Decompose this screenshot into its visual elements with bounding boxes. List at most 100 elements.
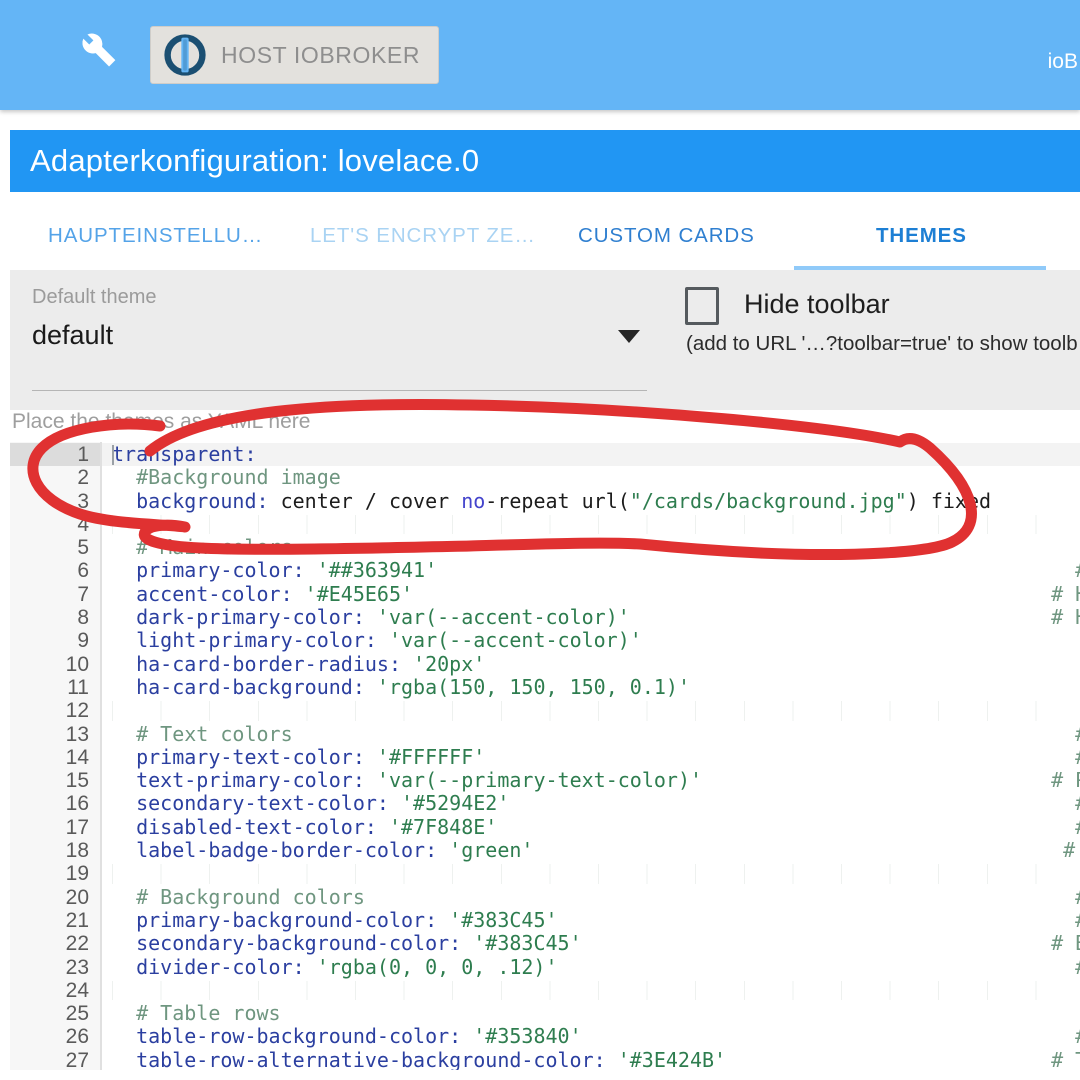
editor-line-number: 25 xyxy=(65,1002,89,1026)
code-token: 'green' xyxy=(437,838,534,863)
editor-line-number: 20 xyxy=(65,885,89,909)
code-token: -repeat xyxy=(485,488,582,513)
code-token: "/cards/background.jpg" xyxy=(629,488,907,513)
code-trailing-comment: # xyxy=(1027,1025,1080,1049)
code-token: center / cover xyxy=(268,488,462,513)
editor-line-numbers: 1 2 3 4 5 6 7 8 9 10 11 12 13 14 15 16 17 18 19 20 21 22 23 24 2… xyxy=(10,442,102,1070)
editor-code-line[interactable]: text-primary-color: 'var(--primary-text-… xyxy=(102,768,1080,793)
editor-code-line[interactable]: ha-card-background: 'rgba(150, 150, 150,… xyxy=(102,675,1080,699)
editor-line-number: 17 xyxy=(65,815,89,839)
top-app-bar: HOST IOBROKER ioB xyxy=(0,0,1080,110)
editor-code-line[interactable]: ha-card-border-radius: '20px' xyxy=(102,651,1080,676)
editor-line-number: 9 xyxy=(77,629,89,653)
host-selector-chip[interactable]: HOST IOBROKER xyxy=(150,26,440,84)
editor-code-line[interactable]: table-row-alternative-background-color: … xyxy=(102,1047,1080,1070)
editor-code-line[interactable]: table-row-background-color: '#353840' # xyxy=(102,1025,1080,1049)
editor-code-line[interactable]: primary-text-color: '#FFFFFF' # xyxy=(102,744,1080,769)
code-token: 'var(--primary-text-color)' xyxy=(364,768,703,793)
editor-code-line[interactable]: disabled-text-color: '#7F848E' # xyxy=(102,814,1080,839)
code-token: # Main colors xyxy=(112,535,293,560)
code-token: '#3E424B' xyxy=(605,1047,727,1070)
editor-code-line[interactable]: primary-background-color: '#383C45' # xyxy=(102,907,1080,932)
editor-code-line[interactable]: # Text colors # xyxy=(102,722,1080,746)
tab-lets-encrypt[interactable]: LET'S ENCRYPT ZE… xyxy=(310,224,536,248)
page-title: Adapterkonfiguration: lovelace.0 xyxy=(30,143,480,178)
text-caret xyxy=(112,445,114,465)
code-token: 'var(--accent-color)' xyxy=(364,605,630,630)
code-token: primary-background-color: xyxy=(112,907,438,932)
code-trailing-comment: # Pr xyxy=(1051,768,1080,793)
editor-line-number: 3 xyxy=(77,489,89,513)
code-trailing-comment: # H xyxy=(1051,605,1080,630)
theme-select-label: Default theme xyxy=(32,286,157,308)
code-token: # Table rows xyxy=(112,1001,281,1026)
editor-code-line[interactable]: background: center / cover no-repeat url… xyxy=(102,488,1080,513)
theme-settings-row: Default theme default Hide toolbar (add … xyxy=(10,270,1080,410)
code-token: background: xyxy=(112,488,269,513)
editor-code-line[interactable]: transparent: xyxy=(102,442,1080,467)
code-trailing-comment: # H xyxy=(1051,581,1080,606)
editor-code-line[interactable] xyxy=(102,699,1080,722)
code-token: label-badge-border-color: xyxy=(112,838,438,863)
code-token: '#383C45' xyxy=(437,907,558,932)
editor-code-line[interactable]: secondary-text-color: '#5294E2' # xyxy=(102,792,1080,816)
editor-code-line[interactable]: secondary-background-color: '#383C45' # … xyxy=(102,931,1080,956)
code-token: '#7F848E' xyxy=(376,814,498,839)
editor-code-line[interactable]: # Table rows xyxy=(102,1001,1080,1026)
editor-code-line[interactable]: # Background colors # xyxy=(102,885,1080,909)
editor-line-number: 15 xyxy=(65,769,89,793)
code-token: text-primary-color: xyxy=(112,768,365,793)
editor-code-line[interactable]: divider-color: 'rgba(0, 0, 0, .12)' # xyxy=(102,954,1080,979)
editor-code-line[interactable]: dark-primary-color: 'var(--accent-color)… xyxy=(102,605,1080,630)
code-token: secondary-background-color: xyxy=(112,931,462,956)
wrench-icon[interactable] xyxy=(58,31,138,79)
editor-line-number: 8 xyxy=(77,606,89,630)
code-trailing-comment: # xyxy=(1027,885,1080,909)
editor-line-number: 12 xyxy=(65,699,89,723)
code-token: disabled-text-color: xyxy=(112,814,377,839)
tab-themes[interactable]: THEMES xyxy=(876,224,967,248)
editor-line-number: 27 xyxy=(65,1048,89,1070)
editor-code-line[interactable] xyxy=(102,513,1080,536)
hide-toolbar-label: Hide toolbar xyxy=(744,289,890,319)
code-trailing-comment: # xyxy=(1027,955,1080,979)
code-token: url( xyxy=(581,488,630,513)
editor-line-number: 6 xyxy=(77,559,89,583)
editor-code-line[interactable]: # Main colors xyxy=(102,536,1080,559)
editor-line-number: 21 xyxy=(65,908,89,932)
code-token: primary-color: xyxy=(112,558,305,583)
editor-code-content[interactable]: transparent: #Background image backgroun… xyxy=(102,442,1080,1070)
editor-line-number: 7 xyxy=(77,582,89,606)
editor-line-number: 13 xyxy=(65,722,89,746)
code-token: accent-color: xyxy=(112,581,293,606)
code-token: '20px' xyxy=(400,651,486,676)
tab-hauptenstellungen[interactable]: HAUPTEINSTELLU… xyxy=(48,224,263,248)
chevron-down-icon[interactable] xyxy=(618,330,640,343)
hide-toolbar-hint: (add to URL '…?toolbar=true' to show too… xyxy=(686,332,1078,355)
config-page: Adapterkonfiguration: lovelace.0 HAUPTEI… xyxy=(10,130,1080,1080)
editor-code-line[interactable] xyxy=(102,862,1080,885)
code-trailing-comment: # xyxy=(1027,838,1076,863)
editor-code-line[interactable]: primary-color: '##363941' # xyxy=(102,558,1080,583)
yaml-editor[interactable]: Place the themes as YAML here 1234567891… xyxy=(10,410,1080,1070)
editor-line-number: 14 xyxy=(65,745,89,769)
code-token: '##363941' xyxy=(304,558,438,583)
editor-code-line[interactable]: light-primary-color: 'var(--accent-color… xyxy=(102,629,1080,652)
editor-code-line[interactable]: label-badge-border-color: 'green' # xyxy=(102,838,1080,863)
editor-line-number: 4 xyxy=(77,512,89,536)
editor-line-number: 19 xyxy=(65,862,89,886)
code-token: ) fixed xyxy=(906,488,992,513)
code-token: #Background image xyxy=(112,465,341,490)
editor-code-line[interactable]: #Background image xyxy=(102,466,1080,489)
editor-placeholder-label: Place the themes as YAML here xyxy=(12,410,311,433)
code-token: 'rgba(0, 0, 0, .12)' xyxy=(304,954,558,979)
editor-code-line[interactable] xyxy=(102,979,1080,1002)
code-token: '#FFFFFF' xyxy=(364,744,486,769)
tab-custom-cards[interactable]: CUSTOM CARDS xyxy=(578,224,755,248)
code-trailing-comment: # xyxy=(1027,815,1080,839)
editor-code-line[interactable]: accent-color: '#E45E65' # H xyxy=(102,581,1080,606)
hide-toolbar-checkbox[interactable] xyxy=(685,287,719,325)
theme-select-value[interactable]: default xyxy=(32,320,113,351)
code-token: no xyxy=(461,488,486,513)
editor-line-number: 22 xyxy=(65,932,89,956)
